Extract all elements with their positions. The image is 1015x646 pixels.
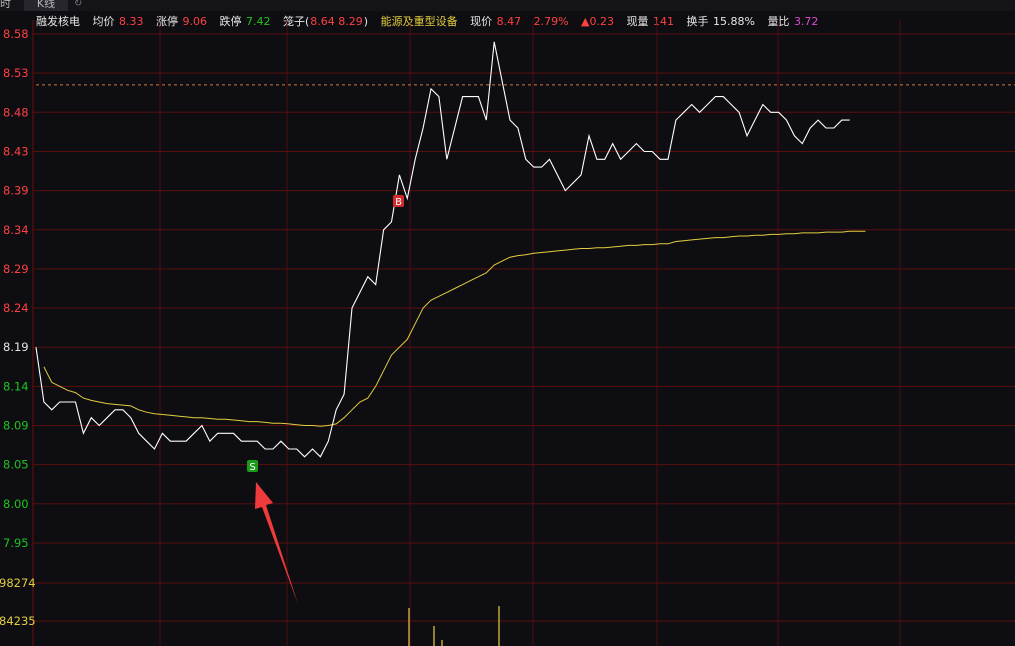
avg-price-line [43,230,866,427]
y-tick-label: 8.05 [3,458,29,472]
volume-tick-label: 98274 [0,576,36,590]
sell-marker-label: S [249,462,255,473]
buy-marker-label: B [395,197,402,208]
y-tick-label: 8.43 [3,144,29,158]
y-tick-label: 8.14 [3,379,29,393]
y-tick-label: 8.58 [3,27,29,41]
y-tick-label: 8.34 [3,223,29,237]
y-tick-label: 8.53 [3,66,29,80]
price-line [35,41,850,458]
y-tick-label: 8.24 [3,301,29,315]
intraday-chart[interactable]: 8.58 8.53 8.48 8.43 8.39 8.34 8.29 8.24 8.19 8.14… [0,0,1015,646]
y-tick-label: 8.39 [3,184,29,198]
y-tick-label: 7.95 [3,536,29,550]
volume-tick-label: 84235 [0,614,36,628]
y-tick-label: 8.48 [3,105,29,119]
y-tick-label: 8.29 [3,262,29,276]
y-tick-label: 8.19 [3,340,29,354]
y-tick-label: 8.00 [3,497,29,511]
y-tick-label: 8.09 [3,419,29,433]
